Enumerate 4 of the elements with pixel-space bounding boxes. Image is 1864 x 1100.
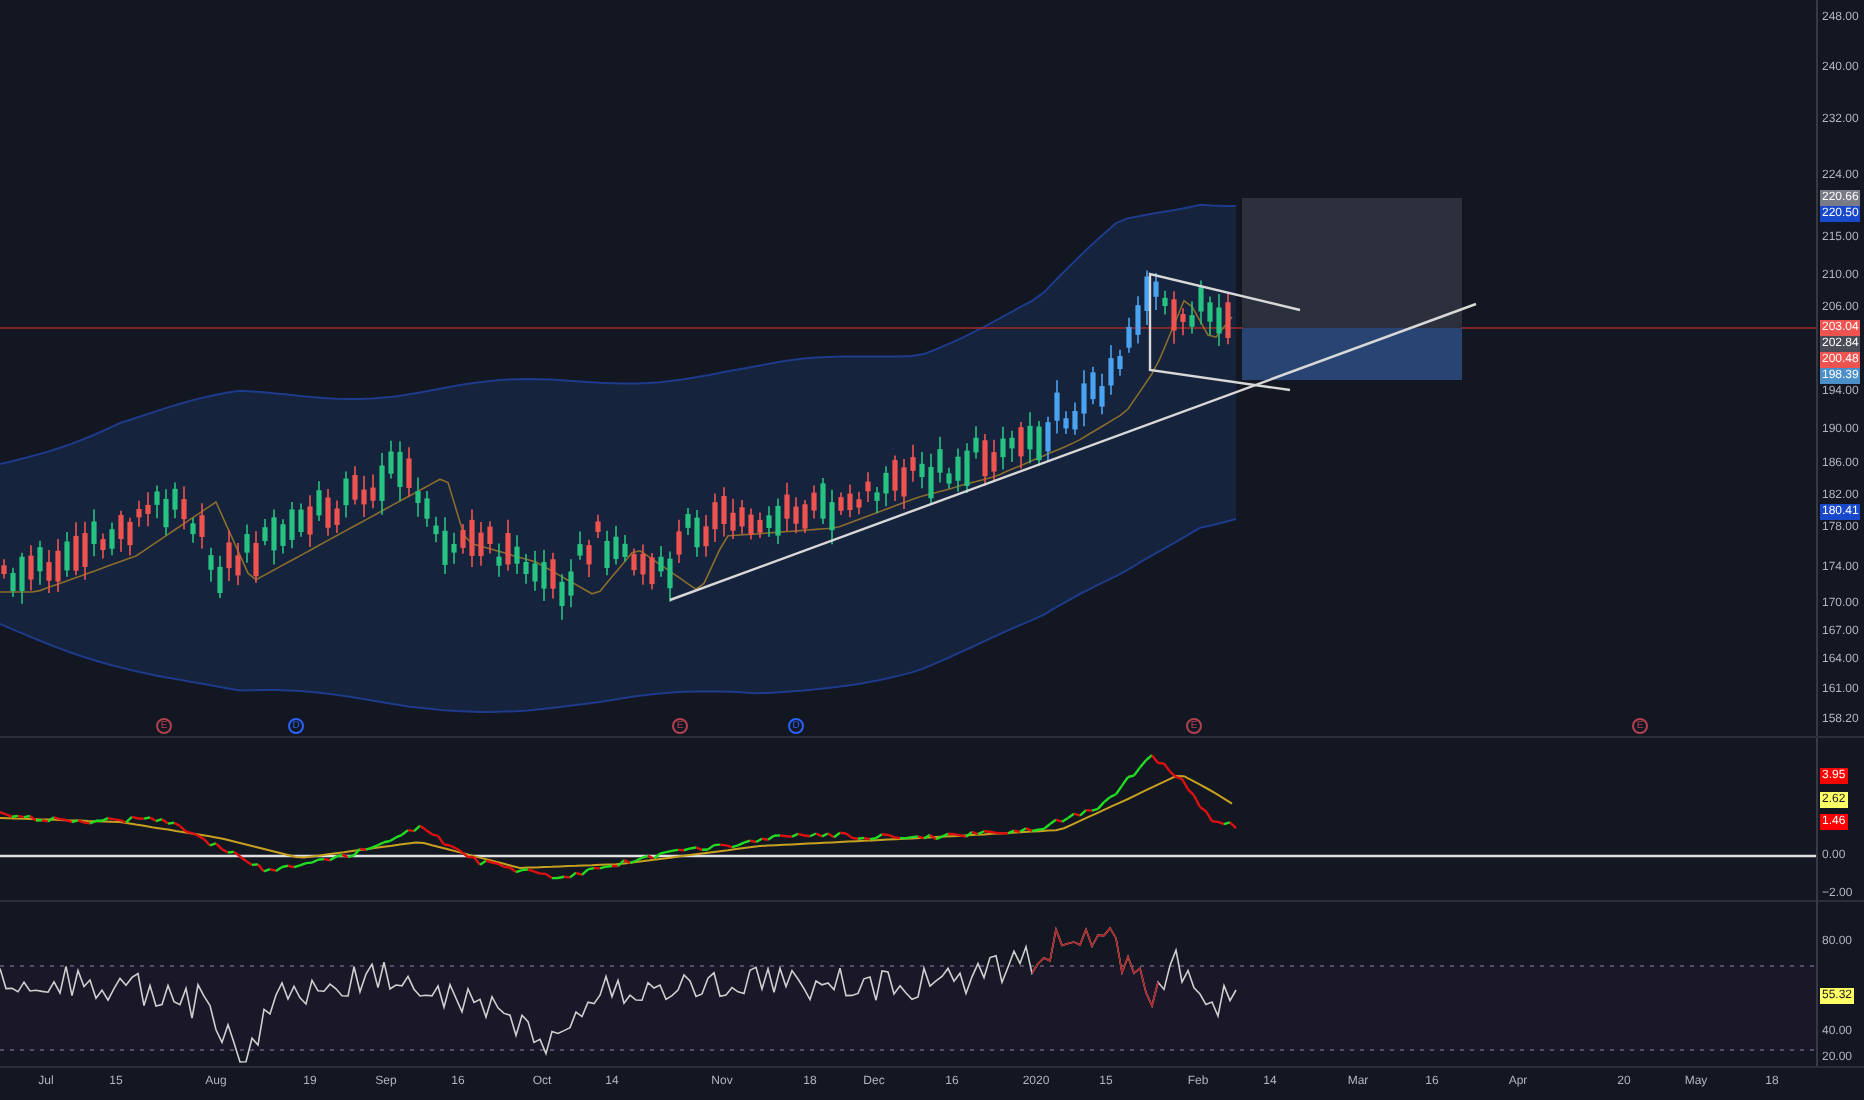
trend-line[interactable] [669,302,1477,602]
flag-channel-lines[interactable] [1148,272,1301,392]
stop-zone[interactable] [1242,328,1462,380]
overbought-segment [1031,926,1159,1009]
